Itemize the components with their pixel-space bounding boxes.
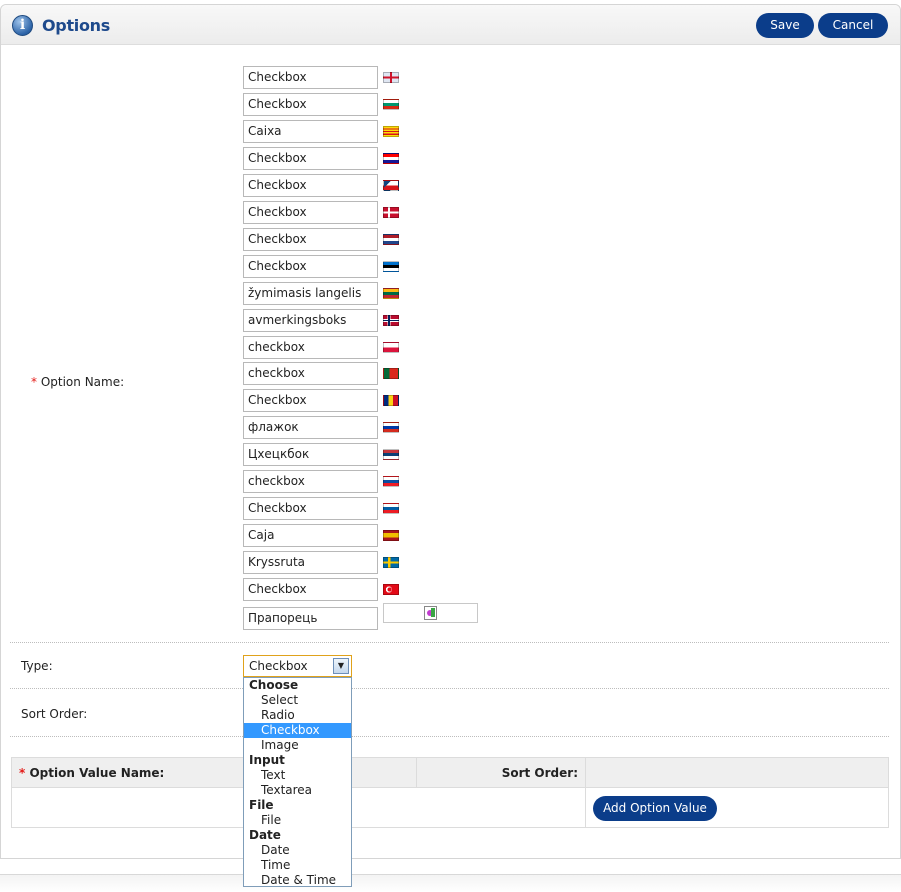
dropdown-option[interactable]: Image bbox=[244, 738, 351, 753]
flag-spain-icon bbox=[383, 530, 399, 542]
required-mark: * bbox=[31, 375, 37, 389]
type-dropdown-list[interactable]: Choose Select Radio Checkbox Image Input Text T… bbox=[243, 677, 352, 887]
flag-norway-icon bbox=[383, 314, 399, 326]
option-name-input[interactable]: Прапорець bbox=[243, 607, 378, 630]
chevron-down-icon[interactable]: ▼ bbox=[333, 658, 349, 674]
sort-order-label: Sort Order: bbox=[21, 707, 88, 721]
dropdown-option[interactable]: Text bbox=[244, 768, 351, 783]
add-option-value-button[interactable]: Add Option Value bbox=[593, 796, 717, 821]
flag-czech-icon bbox=[383, 179, 399, 191]
flag-estonia-icon bbox=[383, 260, 399, 272]
option-name-input[interactable]: checkbox bbox=[243, 335, 378, 359]
dropdown-option[interactable]: Textarea bbox=[244, 783, 351, 798]
option-name-input[interactable]: checkbox bbox=[243, 362, 378, 386]
panel-header: i Options Save Cancel bbox=[1, 5, 900, 45]
cancel-button[interactable]: Cancel bbox=[818, 13, 888, 38]
flag-poland-icon bbox=[383, 341, 399, 353]
flag-bulgaria-icon bbox=[383, 98, 399, 110]
option-name-input[interactable]: флажок bbox=[243, 416, 378, 440]
info-icon: i bbox=[12, 15, 33, 36]
divider bbox=[10, 642, 889, 643]
save-button[interactable]: Save bbox=[756, 13, 814, 38]
option-name-input[interactable]: checkbox bbox=[243, 470, 378, 494]
flag-russia-icon bbox=[383, 422, 399, 434]
bottom-bar bbox=[0, 874, 901, 892]
column-divider bbox=[416, 758, 417, 788]
dropdown-group-label: Date bbox=[249, 828, 281, 842]
option-name-label-text: Option Name: bbox=[40, 375, 125, 389]
column-option-value-name: * Option Value Name: bbox=[19, 766, 164, 780]
table-header: * Option Value Name: Sort Order: bbox=[12, 758, 888, 788]
option-name-input[interactable]: Checkbox bbox=[243, 254, 378, 278]
options-panel: i Options Save Cancel bbox=[0, 4, 901, 859]
required-mark: * bbox=[19, 766, 26, 780]
page-title: Options bbox=[42, 16, 110, 35]
flag-lithuania-icon bbox=[383, 287, 399, 299]
flag-portugal-icon bbox=[383, 368, 399, 380]
flag-denmark-icon bbox=[383, 206, 399, 218]
type-select-value: Checkbox bbox=[249, 659, 308, 673]
flag-sweden-icon bbox=[383, 557, 399, 569]
flag-romania-icon bbox=[383, 395, 399, 407]
option-name-input[interactable]: žymimasis langelis bbox=[243, 281, 378, 305]
type-label: Type: bbox=[21, 659, 53, 673]
flag-uk-icon bbox=[383, 72, 399, 83]
option-name-input[interactable]: Caja bbox=[243, 524, 378, 548]
divider bbox=[10, 736, 889, 737]
flag-catalonia-icon bbox=[383, 125, 399, 137]
option-name-input[interactable]: Checkbox bbox=[243, 200, 378, 224]
option-name-label: * Option Name: bbox=[31, 375, 124, 389]
option-name-input[interactable]: avmerkingsboks bbox=[243, 308, 378, 332]
option-name-input[interactable]: Checkbox bbox=[243, 578, 378, 602]
dropdown-option[interactable]: Time bbox=[244, 858, 351, 873]
flag-slovenia-icon bbox=[383, 503, 399, 515]
flag-turkey-icon bbox=[383, 584, 399, 596]
dropdown-option[interactable]: Radio bbox=[244, 708, 351, 723]
flag-serbia-icon bbox=[383, 449, 399, 461]
column-divider bbox=[585, 758, 586, 827]
option-name-input[interactable]: Checkbox bbox=[243, 66, 378, 89]
option-name-input[interactable]: Checkbox bbox=[243, 227, 378, 251]
option-name-input[interactable]: Caixa bbox=[243, 119, 378, 143]
option-name-input[interactable]: Checkbox bbox=[243, 173, 378, 197]
column-sort-order: Sort Order: bbox=[501, 766, 578, 780]
type-select[interactable]: Checkbox ▼ bbox=[243, 655, 352, 677]
flag-netherlands-icon bbox=[383, 233, 399, 245]
option-name-input[interactable]: Цхецкбок bbox=[243, 443, 378, 467]
option-name-input[interactable]: Checkbox bbox=[243, 92, 378, 116]
dropdown-group-label: Choose bbox=[249, 678, 299, 692]
broken-image-icon bbox=[383, 603, 478, 623]
broken-image-glyph bbox=[424, 606, 437, 620]
dropdown-option[interactable]: Checkbox bbox=[244, 723, 351, 738]
dropdown-option[interactable]: File bbox=[244, 813, 351, 828]
dropdown-group-label: Input bbox=[249, 753, 285, 767]
flag-croatia-icon bbox=[383, 152, 399, 164]
dropdown-option[interactable]: Date bbox=[244, 843, 351, 858]
option-name-input[interactable]: Kryssruta bbox=[243, 551, 378, 575]
option-values-table: * Option Value Name: Sort Order: Add Opt… bbox=[11, 757, 889, 828]
option-name-input[interactable]: Checkbox bbox=[243, 389, 378, 413]
option-name-input[interactable]: Checkbox bbox=[243, 497, 378, 521]
dropdown-option[interactable]: Date & Time bbox=[244, 873, 351, 888]
divider bbox=[10, 688, 889, 689]
column-option-value-name-text: Option Value Name: bbox=[29, 766, 165, 780]
option-name-input[interactable]: Checkbox bbox=[243, 146, 378, 170]
dropdown-group-label: File bbox=[249, 798, 274, 812]
dropdown-option[interactable]: Select bbox=[244, 693, 351, 708]
flag-slovakia-icon bbox=[383, 476, 399, 488]
